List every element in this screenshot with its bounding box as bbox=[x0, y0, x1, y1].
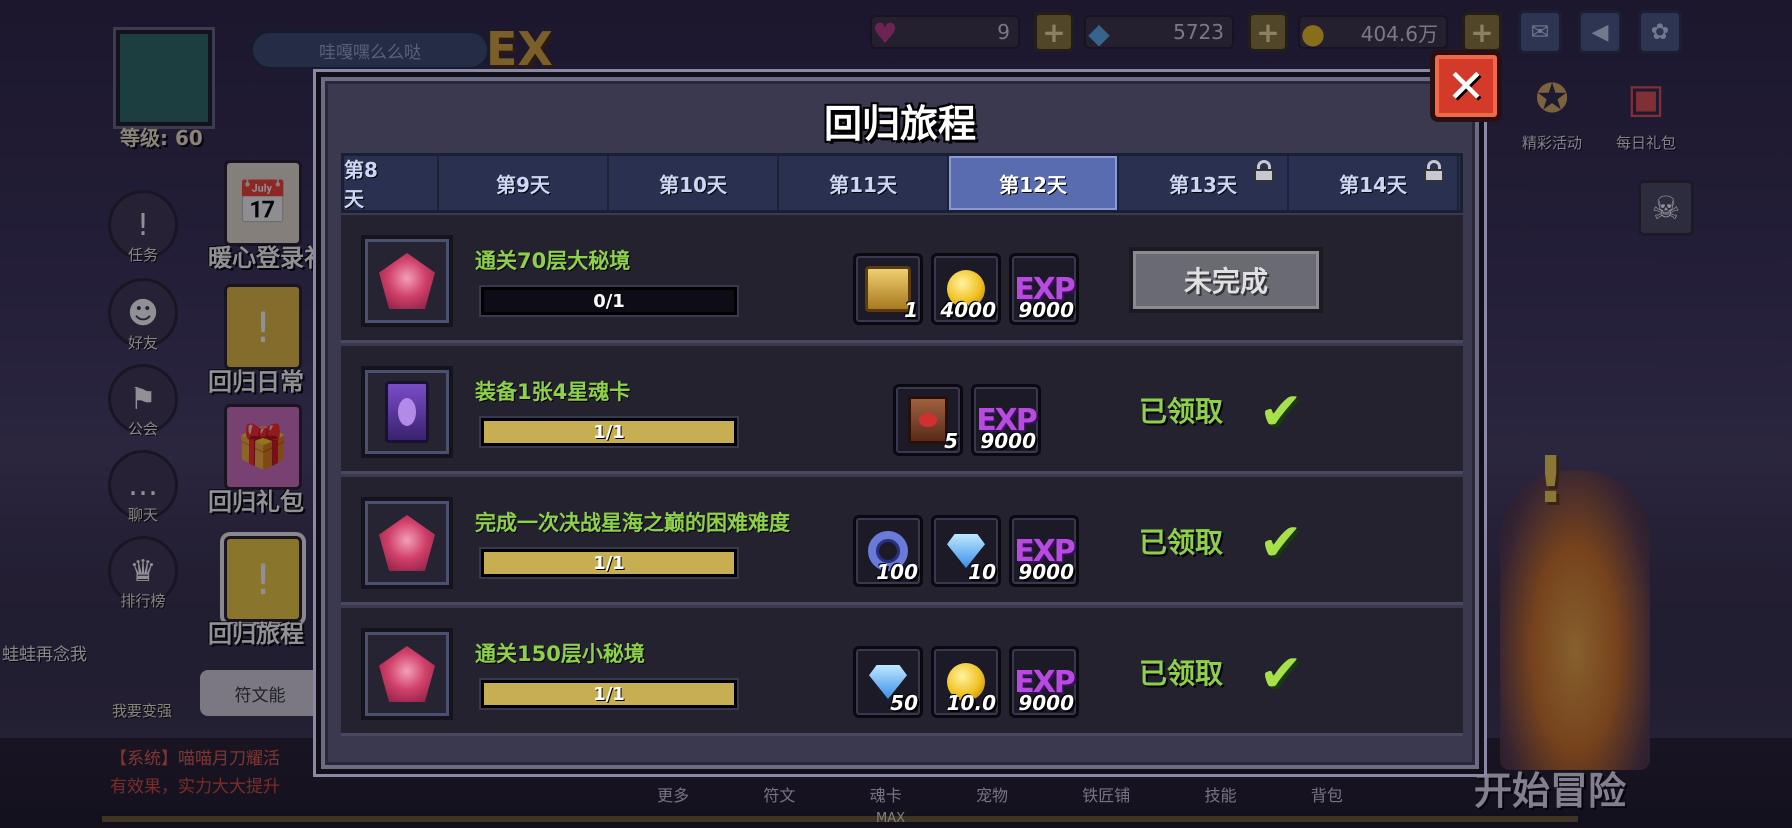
quest-title: 完成一次决战星海之巅的困难难度 bbox=[475, 511, 790, 535]
reward-item[interactable]: 4000 bbox=[931, 253, 1001, 325]
checkmark-icon: ✔ bbox=[1259, 382, 1303, 442]
quest-row: 装备1张4星魂卡 1/1 5 EXP 9000 已领取 ✔ bbox=[341, 346, 1463, 474]
lock-icon bbox=[1253, 160, 1275, 182]
reward-count: 9000 bbox=[1018, 691, 1074, 715]
quest-rewards: 50 10.0 EXP 9000 bbox=[853, 646, 1079, 718]
reward-count: 4000 bbox=[940, 298, 996, 322]
reward-count: 10 bbox=[968, 560, 996, 584]
lock-icon bbox=[1423, 160, 1445, 182]
reward-count: 1 bbox=[904, 298, 918, 322]
quest-rewards: 5 EXP 9000 bbox=[893, 384, 1041, 456]
reward-item[interactable]: 10.0 bbox=[931, 646, 1001, 718]
soul-card-icon bbox=[361, 366, 453, 458]
reward-item[interactable]: 50 bbox=[853, 646, 923, 718]
tab-day-11[interactable]: 第11天 bbox=[779, 156, 949, 210]
tab-label: 第8天 bbox=[344, 158, 378, 211]
reward-count: 10.0 bbox=[946, 691, 996, 715]
quest-progress-text: 0/1 bbox=[593, 290, 625, 312]
quest-list[interactable]: 通关70层大秘境 0/1 1 4000 EXP 9000 未完成 装备1张4星魂卡… bbox=[341, 215, 1463, 751]
reward-count: 5 bbox=[944, 429, 958, 453]
quest-rewards: 1 4000 EXP 9000 bbox=[853, 253, 1079, 325]
tab-day-14[interactable]: 第14天 bbox=[1289, 156, 1459, 210]
tab-label: 第14天 bbox=[1339, 172, 1407, 197]
tab-day-8[interactable]: 第8天 bbox=[344, 156, 439, 210]
quest-title: 通关70层大秘境 bbox=[475, 249, 631, 273]
close-icon: ✕ bbox=[1446, 59, 1486, 113]
checkmark-icon: ✔ bbox=[1259, 644, 1303, 704]
quest-rewards: 100 10 EXP 9000 bbox=[853, 515, 1079, 587]
incomplete-button[interactable]: 未完成 bbox=[1129, 247, 1323, 313]
quest-progress-bar: 0/1 bbox=[481, 287, 737, 315]
reward-item[interactable]: EXP 9000 bbox=[1009, 646, 1079, 718]
reward-count: 9000 bbox=[980, 429, 1036, 453]
checkmark-icon: ✔ bbox=[1259, 513, 1303, 573]
tab-day-12[interactable]: 第12天 bbox=[949, 156, 1119, 210]
reward-item[interactable]: EXP 9000 bbox=[971, 384, 1041, 456]
quest-row: 通关70层大秘境 0/1 1 4000 EXP 9000 未完成 bbox=[341, 215, 1463, 343]
quest-progress-bar: 1/1 bbox=[481, 549, 737, 577]
reward-count: 50 bbox=[890, 691, 918, 715]
return-journey-dialog: 回归旅程 第8天 第9天 第10天 第11天 第12天 第13天 第14天 通关… bbox=[316, 72, 1484, 774]
day-tabs: 第8天 第9天 第10天 第11天 第12天 第13天 第14天 bbox=[341, 153, 1463, 213]
reward-item[interactable]: 5 bbox=[893, 384, 963, 456]
claimed-label: 已领取 bbox=[1139, 657, 1224, 690]
quest-title: 通关150层小秘境 bbox=[475, 642, 645, 666]
reward-item[interactable]: EXP 9000 bbox=[1009, 515, 1079, 587]
tab-day-9[interactable]: 第9天 bbox=[439, 156, 609, 210]
reward-item[interactable]: 10 bbox=[931, 515, 1001, 587]
red-gem-icon bbox=[361, 235, 453, 327]
claimed-label: 已领取 bbox=[1139, 526, 1224, 559]
reward-item[interactable]: 1 bbox=[853, 253, 923, 325]
tab-day-10[interactable]: 第10天 bbox=[609, 156, 779, 210]
spell-book-icon bbox=[908, 396, 948, 444]
quest-progress-bar: 1/1 bbox=[481, 418, 737, 446]
tab-label: 第11天 bbox=[829, 172, 897, 197]
tab-label: 第9天 bbox=[496, 172, 550, 197]
quest-progress-text: 1/1 bbox=[593, 421, 625, 443]
dialog-title: 回归旅程 bbox=[823, 102, 976, 146]
reward-count: 9000 bbox=[1018, 298, 1074, 322]
quest-progress-text: 1/1 bbox=[593, 683, 625, 705]
quest-row: 完成一次决战星海之巅的困难难度 1/1 100 10 EXP 9000 已领取 ✔ bbox=[341, 477, 1463, 605]
tab-label: 第12天 bbox=[999, 172, 1067, 197]
tab-label: 第13天 bbox=[1169, 172, 1237, 197]
quest-row: 通关150层小秘境 1/1 50 10.0 EXP 9000 已领取 ✔ bbox=[341, 608, 1463, 736]
tab-label: 第10天 bbox=[659, 172, 727, 197]
red-gem-icon bbox=[361, 497, 453, 589]
reward-item[interactable]: 100 bbox=[853, 515, 923, 587]
tab-day-13[interactable]: 第13天 bbox=[1119, 156, 1289, 210]
quest-progress-bar: 1/1 bbox=[481, 680, 737, 708]
quest-title: 装备1张4星魂卡 bbox=[475, 380, 631, 404]
reward-item[interactable]: EXP 9000 bbox=[1009, 253, 1079, 325]
close-button[interactable]: ✕ bbox=[1430, 50, 1502, 122]
quest-progress-text: 1/1 bbox=[593, 552, 625, 574]
reward-count: 9000 bbox=[1018, 560, 1074, 584]
reward-count: 100 bbox=[876, 560, 918, 584]
red-gem-icon bbox=[361, 628, 453, 720]
claimed-label: 已领取 bbox=[1139, 395, 1224, 428]
